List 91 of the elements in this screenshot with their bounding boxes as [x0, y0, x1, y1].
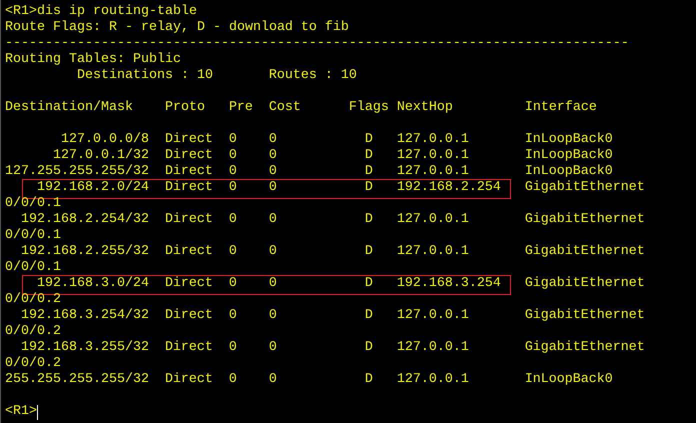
- pre-cell-text: 0: [228, 308, 238, 324]
- column-header: NextHop: [396, 100, 454, 116]
- proto-cell-text: Direct: [164, 308, 214, 324]
- destination-cell-text: 192.168.3.0/24: [36, 276, 149, 292]
- column-header: Flags: [348, 100, 390, 116]
- proto-cell-text: Direct: [164, 164, 214, 180]
- pre-cell-text: 0: [228, 276, 238, 292]
- cost-cell-text: 0: [268, 164, 278, 180]
- column-header: Interface: [524, 100, 597, 116]
- interface-cell: 0/0/0.2: [5, 292, 61, 308]
- cost-cell-text: 0: [268, 132, 278, 148]
- interface-cell: 0/0/0.1: [5, 260, 61, 276]
- nexthop-cell-text: 127.0.0.1: [396, 372, 470, 388]
- interface-cell: GigabitEthernet: [524, 180, 645, 196]
- destination-cell: 127.255.255.255/32: [5, 164, 149, 180]
- cost-cell-text: 0: [268, 372, 278, 388]
- cost-cell-text: 0: [268, 212, 278, 228]
- column-header: Destination/Mask: [5, 100, 134, 116]
- interface-cell: GigabitEthernet: [524, 308, 645, 324]
- text-cursor: [37, 405, 38, 420]
- proto-cell-text: Direct: [164, 276, 214, 292]
- nexthop-cell-text: 192.168.2.254: [396, 180, 502, 196]
- cost-cell-text: 0: [268, 340, 278, 356]
- column-header: Pre: [228, 100, 254, 116]
- column-header: Proto: [164, 100, 206, 116]
- proto-cell-text: Direct: [164, 132, 214, 148]
- destination-cell-text: 192.168.3.254/32: [20, 308, 149, 324]
- flags-cell-text: D: [364, 164, 374, 180]
- nexthop-cell-text: 127.0.0.1: [396, 308, 470, 324]
- destination-cell-text: 127.0.0.0/8: [60, 132, 149, 148]
- nexthop-cell-text: 127.0.0.1: [396, 132, 470, 148]
- destination-cell-text: 192.168.2.255/32: [20, 244, 149, 260]
- flags-cell-text: D: [364, 340, 374, 356]
- interface-cell: InLoopBack0: [524, 132, 613, 148]
- interface-cell: GigabitEthernet: [524, 212, 645, 228]
- flags-cell-text: D: [364, 372, 374, 388]
- interface-cell: GigabitEthernet: [524, 340, 645, 356]
- flags-legend: Route Flags: R - relay, D - download to fib: [5, 20, 349, 36]
- cost-cell-text: 0: [268, 180, 278, 196]
- routes-count: Routes : 10: [268, 68, 357, 84]
- flags-cell-text: D: [364, 212, 374, 228]
- interface-cell: 0/0/0.1: [5, 196, 61, 212]
- pre-cell-text: 0: [228, 180, 238, 196]
- nexthop-cell-text: 127.0.0.1: [396, 244, 470, 260]
- cost-cell-text: 0: [268, 308, 278, 324]
- interface-cell: InLoopBack0: [524, 148, 613, 164]
- cost-cell-text: 0: [268, 244, 278, 260]
- interface-cell: InLoopBack0: [524, 164, 613, 180]
- nexthop-cell-text: 192.168.3.254: [396, 276, 502, 292]
- flags-cell-text: D: [364, 132, 374, 148]
- cost-cell-text: 0: [268, 148, 278, 164]
- proto-cell-text: Direct: [164, 340, 214, 356]
- proto-cell-text: Direct: [164, 148, 214, 164]
- interface-cell: GigabitEthernet: [524, 244, 645, 260]
- destination-cell: 255.255.255.255/32: [5, 372, 149, 388]
- command-line: <R1>dis ip routing-table: [5, 4, 197, 20]
- nexthop-cell-text: 127.0.0.1: [396, 212, 470, 228]
- destination-cell-text: 192.168.3.255/32: [20, 340, 149, 356]
- interface-cell: InLoopBack0: [524, 372, 613, 388]
- nexthop-cell-text: 127.0.0.1: [396, 148, 470, 164]
- proto-cell-text: Direct: [164, 212, 214, 228]
- destinations-count: Destinations : 10: [76, 68, 214, 84]
- flags-cell-text: D: [364, 148, 374, 164]
- interface-cell: 0/0/0.2: [5, 324, 61, 340]
- pre-cell-text: 0: [228, 132, 238, 148]
- interface-cell: 0/0/0.1: [5, 228, 61, 244]
- column-header: Cost: [268, 100, 302, 116]
- proto-cell-text: Direct: [164, 244, 214, 260]
- destination-cell-text: 192.168.2.0/24: [36, 180, 149, 196]
- pre-cell-text: 0: [228, 164, 238, 180]
- pre-cell-text: 0: [228, 148, 238, 164]
- command-prompt: <R1>: [5, 404, 37, 420]
- flags-cell-text: D: [364, 276, 374, 292]
- proto-cell-text: Direct: [164, 372, 214, 388]
- proto-cell-text: Direct: [164, 180, 214, 196]
- interface-cell: GigabitEthernet: [524, 276, 645, 292]
- cost-cell-text: 0: [268, 276, 278, 292]
- flags-cell-text: D: [364, 180, 374, 196]
- pre-cell-text: 0: [228, 340, 238, 356]
- nexthop-cell-text: 127.0.0.1: [396, 340, 470, 356]
- separator-line: ------------------------------------------------------------------------------: [5, 36, 629, 52]
- flags-cell-text: D: [364, 244, 374, 260]
- destination-cell-text: 127.0.0.1/32: [52, 148, 149, 164]
- pre-cell-text: 0: [228, 372, 238, 388]
- nexthop-cell-text: 127.0.0.1: [396, 164, 470, 180]
- flags-cell-text: D: [364, 308, 374, 324]
- table-name: Routing Tables: Public: [5, 52, 181, 68]
- destination-cell-text: 192.168.2.254/32: [20, 212, 149, 228]
- pre-cell-text: 0: [228, 212, 238, 228]
- pre-cell-text: 0: [228, 244, 238, 260]
- interface-cell: 0/0/0.2: [5, 356, 61, 372]
